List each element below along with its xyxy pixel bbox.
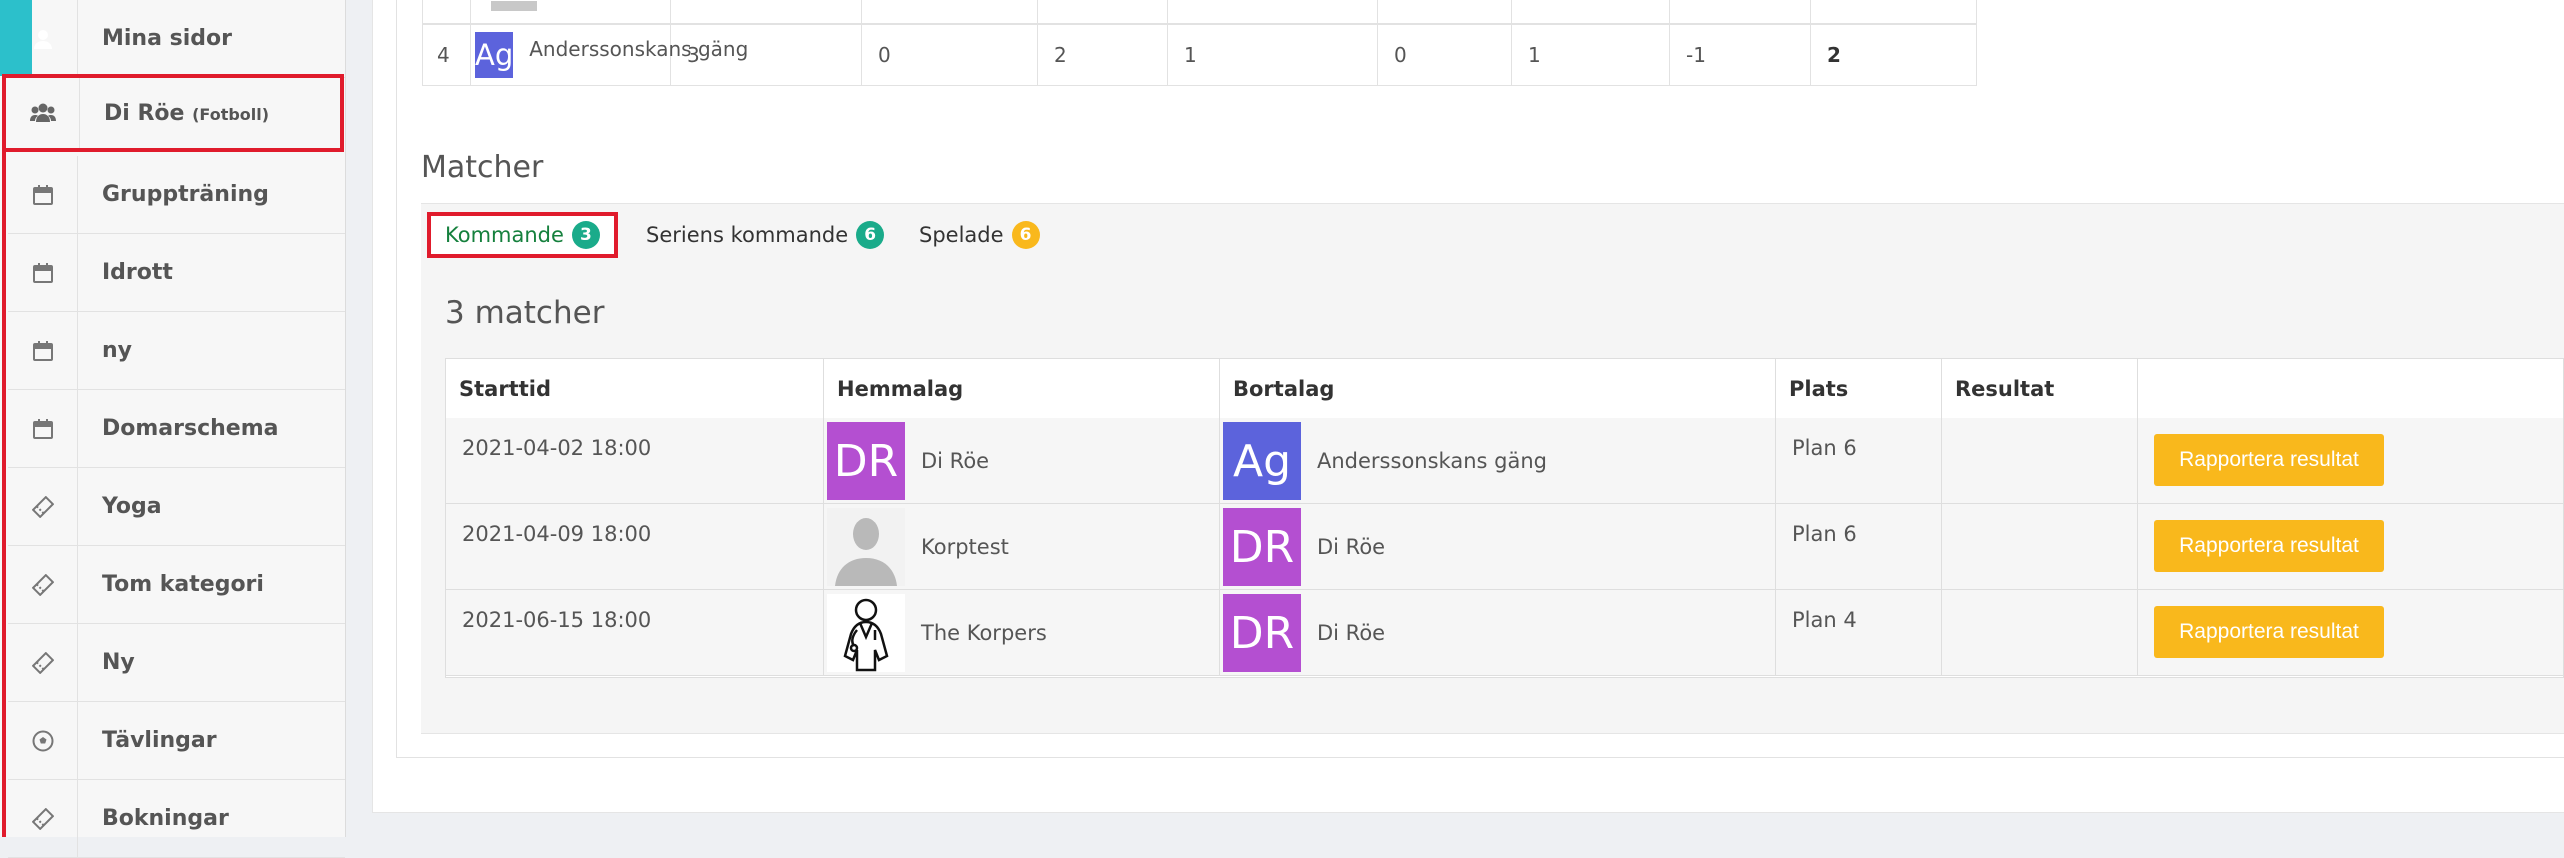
matches-section-title: Matcher [421, 150, 544, 185]
sidebar-item-label: Tom kategori [102, 572, 264, 597]
standings-position: 4 [423, 25, 471, 85]
match-place: Plan 6 [1776, 504, 1942, 590]
column-header-starttid[interactable]: Starttid [446, 359, 824, 418]
sidebar-item-label: Di Röe [104, 100, 185, 126]
sidebar-item-label: Mina sidor [102, 26, 232, 51]
avatar: Ag [475, 32, 514, 78]
sidebar-item-label: Idrott [102, 260, 173, 285]
count-badge: 3 [571, 221, 600, 249]
report-result-button[interactable]: Rapportera resultat [2154, 520, 2384, 572]
avatar: DR [1223, 594, 1301, 672]
sidebar-item-label: Tävlingar [102, 728, 217, 753]
table-row: 2021-04-02 18:00 DR Di Röe Ag Anderssons… [446, 418, 2563, 504]
standings-points: 2 [1827, 43, 1841, 67]
match-place: Plan 6 [1776, 418, 1942, 504]
home-team[interactable]: Di Röe [921, 449, 989, 473]
standings-value: -1 [1670, 25, 1811, 85]
calendar-icon [8, 390, 78, 467]
report-result-button[interactable]: Rapportera resultat [2154, 606, 2384, 658]
column-header-resultat[interactable]: Resultat [1942, 359, 2138, 418]
sidebar-item-label: ny [102, 338, 133, 363]
home-team[interactable]: Korptest [921, 535, 1009, 559]
ticket-icon [8, 624, 78, 701]
column-header-actions [2138, 359, 2564, 418]
user-icon [8, 0, 78, 77]
doctor-icon [827, 594, 905, 672]
sidebar-item-ny[interactable]: Ny [8, 624, 345, 702]
standings-value: 0 [862, 25, 1038, 85]
sidebar: Mina sidor Di Röe (Fotboll) Gruppträning… [0, 0, 346, 858]
match-start: 2021-06-15 18:00 [446, 590, 824, 676]
away-team[interactable]: Anderssonskans gäng [1317, 449, 1547, 473]
table-row: 2021-06-15 18:00 The Korpers DR Di Röe P… [446, 590, 2563, 676]
tab-label: Spelade [919, 223, 1004, 247]
sidebar-item-di-roe[interactable]: Di Röe (Fotboll) [2, 74, 344, 152]
match-place: Plan 4 [1776, 590, 1942, 676]
sidebar-item-mina-sidor[interactable]: Mina sidor [8, 0, 345, 78]
sidebar-item-yoga[interactable]: Yoga [8, 468, 345, 546]
tab-kommande[interactable]: Kommande 3 [427, 212, 618, 258]
ticket-icon [8, 468, 78, 545]
table-row [422, 0, 1977, 24]
tab-spelade[interactable]: Spelade 6 [905, 212, 1054, 258]
sidebar-item-tavlingar[interactable]: Tävlingar [8, 702, 345, 780]
standings-table: 4 Ag Anderssonskans gäng 3 0 2 1 0 1 -1 … [422, 0, 1977, 86]
match-result [1942, 504, 2138, 590]
column-header-bortalag[interactable]: Bortalag [1220, 359, 1776, 418]
table-header: Starttid Hemmalag Bortalag Plats Resulta… [446, 359, 2563, 420]
matches-tabs: Kommande 3 Seriens kommande 6 Spelade 6 [421, 203, 2564, 267]
sidebar-item-tom-kategori[interactable]: Tom kategori [8, 546, 345, 624]
sidebar-item-sublabel: (Fotboll) [192, 104, 270, 124]
sidebar-item-grupptraning[interactable]: Gruppträning [8, 156, 345, 234]
sidebar-item-idrott[interactable]: Idrott [8, 234, 345, 312]
standings-value: 0 [1378, 25, 1512, 85]
sidebar-item-label: Bokningar [102, 806, 229, 831]
sidebar-item-ny-lower[interactable]: ny [8, 312, 345, 390]
ticket-icon [8, 780, 78, 857]
table-row: 2021-04-09 18:00 Korptest DR Di Röe Plan… [446, 504, 2563, 590]
sidebar-item-label: Gruppträning [102, 182, 269, 207]
count-badge: 6 [856, 221, 885, 249]
calendar-icon [8, 156, 78, 233]
away-team[interactable]: Di Röe [1317, 535, 1385, 559]
tab-label: Seriens kommande [646, 223, 849, 247]
calendar-icon [8, 234, 78, 311]
report-result-button[interactable]: Rapportera resultat [2154, 434, 2384, 486]
standings-value: 1 [1512, 25, 1670, 85]
tab-label: Kommande [445, 223, 564, 247]
sidebar-item-label: Domarschema [102, 416, 279, 441]
sidebar-item-bokningar[interactable]: Bokningar [8, 780, 345, 858]
sidebar-item-label: Ny [102, 650, 135, 675]
home-team[interactable]: The Korpers [921, 621, 1047, 645]
tab-seriens-kommande[interactable]: Seriens kommande 6 [632, 212, 898, 258]
count-badge: 6 [1011, 221, 1040, 249]
match-result [1942, 590, 2138, 676]
users-icon [6, 78, 80, 148]
away-team[interactable]: Di Röe [1317, 621, 1385, 645]
avatar: DR [1223, 508, 1301, 586]
avatar: DR [827, 422, 905, 500]
match-start: 2021-04-09 18:00 [446, 504, 824, 590]
match-count-title: 3 matcher [445, 295, 605, 331]
soccer-ball-icon [8, 702, 78, 779]
standings-value: 1 [1168, 25, 1378, 85]
match-start: 2021-04-02 18:00 [446, 418, 824, 504]
table-row: 4 Ag Anderssonskans gäng 3 0 2 1 0 1 -1 … [422, 24, 1977, 86]
column-header-hemmalag[interactable]: Hemmalag [824, 359, 1220, 418]
avatar [491, 1, 537, 11]
standings-value: 3 [671, 25, 862, 85]
calendar-icon [8, 312, 78, 389]
match-result [1942, 418, 2138, 504]
sidebar-item-label: Yoga [102, 494, 162, 519]
sidebar-item-domarschema[interactable]: Domarschema [8, 390, 345, 468]
standings-value: 2 [1038, 25, 1168, 85]
matches-table: Starttid Hemmalag Bortalag Plats Resulta… [445, 358, 2564, 678]
person-silhouette-icon [827, 508, 905, 586]
ticket-icon [8, 546, 78, 623]
column-header-plats[interactable]: Plats [1776, 359, 1942, 418]
avatar: Ag [1223, 422, 1301, 500]
sidebar-highlight-line [2, 112, 6, 837]
